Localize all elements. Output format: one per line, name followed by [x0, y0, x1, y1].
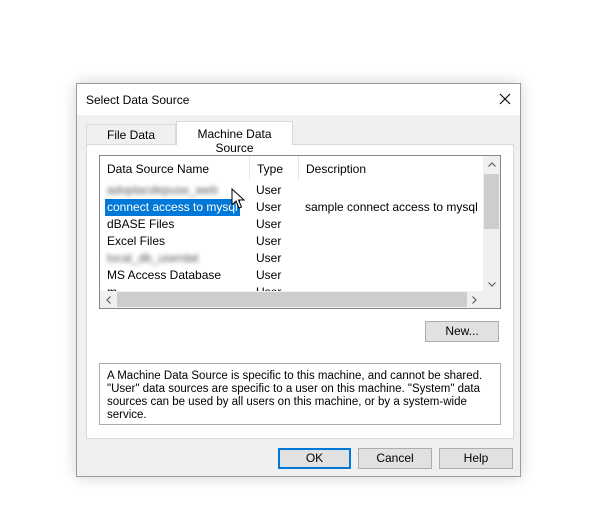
- data-source-list[interactable]: Data Source Name Type Description adopta…: [99, 155, 501, 309]
- tab-machine-data-source[interactable]: Machine Data Source: [176, 121, 293, 155]
- column-header-type[interactable]: Type: [250, 156, 298, 180]
- column-header-description[interactable]: Description: [299, 156, 479, 180]
- mouse-pointer-icon: [231, 188, 245, 209]
- list-item-type: User: [256, 183, 282, 197]
- list-item-type: User: [256, 234, 282, 248]
- list-item-name: adoptacdepuse_web: [107, 183, 218, 197]
- horizontal-scrollbar[interactable]: [100, 291, 500, 308]
- vertical-scroll-thumb[interactable]: [484, 174, 499, 229]
- title-bar: Select Data Source: [77, 84, 520, 115]
- new-button[interactable]: New...: [425, 321, 499, 342]
- info-description: A Machine Data Source is specific to thi…: [99, 363, 501, 425]
- list-item-name: dBASE Files: [107, 217, 175, 231]
- close-button[interactable]: [490, 84, 520, 114]
- close-icon: [499, 93, 511, 105]
- list-item-name: Excel Files: [107, 234, 166, 248]
- column-header-name[interactable]: Data Source Name: [100, 156, 250, 180]
- list-item-name: connect access to mysql: [105, 199, 240, 216]
- list-item-type: User: [256, 268, 282, 282]
- list-item-description: sample connect access to mysql: [305, 200, 478, 214]
- machine-data-source-panel: Data Source Name Type Description adopta…: [86, 144, 514, 439]
- scroll-right-icon[interactable]: [466, 291, 483, 308]
- scroll-left-icon[interactable]: [100, 291, 117, 308]
- list-item-type: User: [256, 217, 282, 231]
- list-item-type: User: [256, 200, 282, 214]
- cancel-button[interactable]: Cancel: [358, 448, 432, 469]
- ok-button[interactable]: OK: [278, 448, 351, 469]
- dialog-title: Select Data Source: [86, 93, 190, 107]
- list-item-type: User: [256, 251, 282, 265]
- tab-file-data-source[interactable]: File Data Source: [86, 124, 176, 156]
- vertical-scrollbar[interactable]: [483, 156, 500, 293]
- select-data-source-dialog: Select Data Source File Data Source Mach…: [76, 83, 521, 477]
- horizontal-scroll-thumb[interactable]: [117, 292, 467, 307]
- help-button[interactable]: Help: [439, 448, 513, 469]
- scroll-up-icon[interactable]: [483, 156, 500, 173]
- list-item-name: local_db_userdat: [107, 251, 199, 265]
- list-item-name: MS Access Database: [107, 268, 222, 282]
